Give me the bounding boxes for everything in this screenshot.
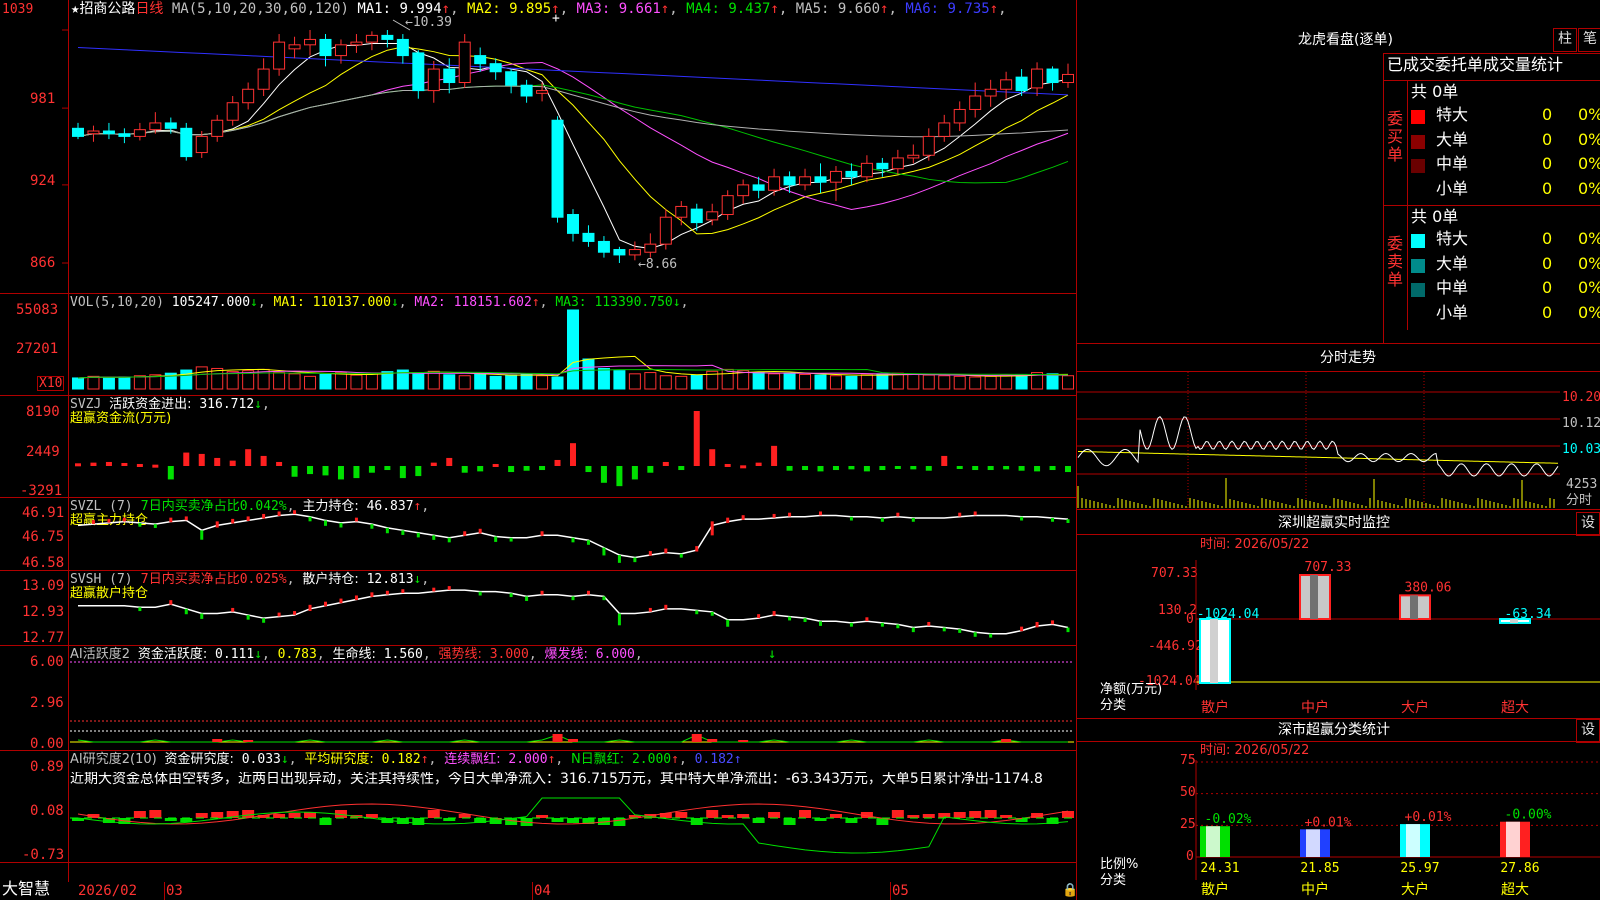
ratio-change-label: +0.01% xyxy=(1305,815,1352,830)
ratio-value-label: 24.31 xyxy=(1200,861,1239,876)
class-bar-chart: -0.02% 24.31 散户 +0.01% 21.85 中户 +0.01% 25.97 大户 -… xyxy=(1195,760,1600,898)
ratio-category-label: 超大 xyxy=(1501,882,1529,898)
ratio-category-label: 散户 xyxy=(1201,881,1229,898)
bar-shade xyxy=(1306,829,1320,857)
ratio-change-label: -0.02% xyxy=(1205,812,1252,827)
bar-shade xyxy=(1406,824,1420,857)
ratio-change-label: -0.00% xyxy=(1505,808,1552,823)
ratio-value-label: 25.97 xyxy=(1400,861,1439,876)
bar-shade xyxy=(1206,826,1220,857)
ratio-category-label: 中户 xyxy=(1301,881,1329,898)
bar-shade xyxy=(1506,821,1520,857)
ratio-value-label: 27.86 xyxy=(1500,861,1539,876)
ratio-value-label: 21.85 xyxy=(1300,861,1339,876)
ratio-category-label: 大户 xyxy=(1401,881,1429,898)
ratio-change-label: +0.01% xyxy=(1405,810,1452,825)
